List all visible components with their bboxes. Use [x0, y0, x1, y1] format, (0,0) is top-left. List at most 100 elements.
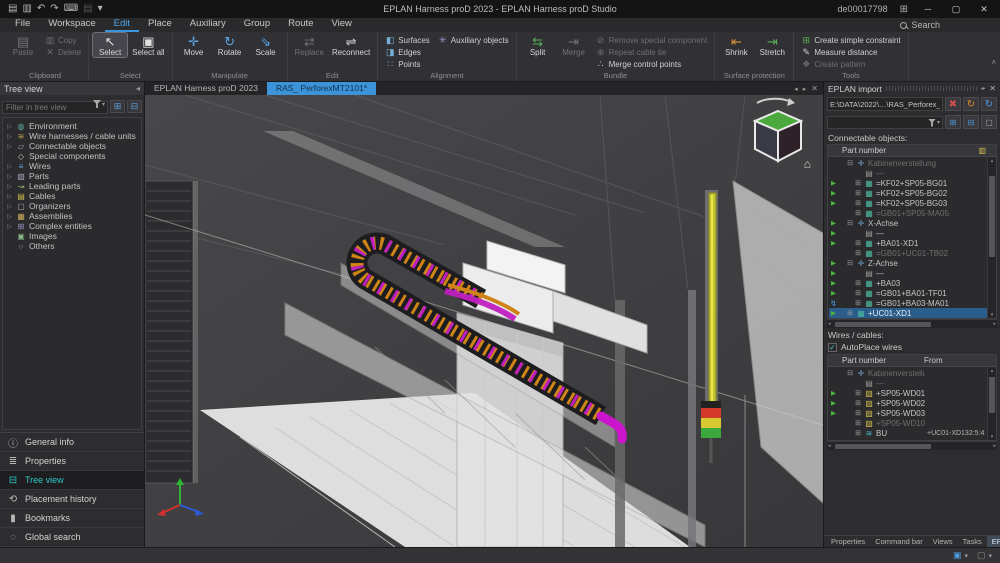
customize-icon[interactable]: ▾	[98, 3, 103, 15]
import-row-sp05-wd02[interactable]: ▶⊞▧+SP05-WD02	[829, 398, 987, 408]
repeat-cable-tie-button[interactable]: ⊕Repeat cable tie	[593, 46, 711, 58]
expander-icon[interactable]: ⊞	[854, 419, 862, 427]
nav-placement-history[interactable]: ⟲Placement history	[0, 490, 144, 509]
import-row-bu[interactable]: ⊞≋BU+UC01-XD132:6:4	[829, 438, 987, 440]
tree-item-connectable-objects[interactable]: ▷▱Connectable objects	[3, 141, 141, 151]
sync-import-button[interactable]: ↻	[981, 97, 997, 111]
maximize-button[interactable]: ▢	[948, 4, 964, 15]
import-row-gb01-ba01-tf01[interactable]: ▶⊞▦=GB01+BA01-TF01	[829, 288, 987, 298]
collapse-tree-button[interactable]: ⊟	[127, 100, 142, 113]
menu-group[interactable]: Group	[235, 17, 279, 32]
place-selected-button[interactable]: ⊞	[945, 115, 961, 129]
tree-item-images[interactable]: ▣Images	[3, 231, 141, 241]
replace-button[interactable]: ⇄Replace	[292, 33, 327, 57]
filter-funnel-icon[interactable]: ▾	[93, 100, 105, 108]
viewport-3d[interactable]: ⌂	[145, 95, 823, 547]
expander-icon[interactable]: ▷	[6, 143, 13, 150]
tree-item-wire-harnesses-cable-units[interactable]: ▷≋Wire harnesses / cable units	[3, 131, 141, 141]
place-play-icon[interactable]: ▶	[829, 229, 838, 237]
expander-icon[interactable]: ▷	[6, 223, 13, 230]
document-tab-eplan-harness-prod-2023[interactable]: EPLAN Harness proD 2023	[145, 82, 267, 95]
shrink-button[interactable]: ⇤Shrink	[719, 33, 753, 57]
import-row-[interactable]: ▶▤—	[829, 268, 987, 278]
import-row-gb01-ba03-ma01[interactable]: ↯⊞▦=GB01+BA03-MA01	[829, 298, 987, 308]
expander-icon[interactable]: ▷	[6, 163, 13, 170]
expander-icon[interactable]: ⊞	[854, 389, 862, 397]
expander-icon[interactable]: ▷	[6, 173, 13, 180]
import-row-[interactable]: ▶▤—	[829, 228, 987, 238]
tree-item-special-components[interactable]: ◇Special components	[3, 151, 141, 161]
place-play-icon[interactable]: ▶	[829, 189, 838, 197]
home-view-icon[interactable]: ⌂	[804, 157, 811, 171]
import-row-kf02-sp05-bg03[interactable]: ▶⊞▦=KF02+SP05-BG03	[829, 198, 987, 208]
place-play-icon[interactable]: ▶	[829, 179, 838, 187]
remove-special-component-button[interactable]: ⊘Remove special component	[593, 34, 711, 46]
part-number-column-header[interactable]: Part number	[842, 146, 978, 155]
expander-icon[interactable]: ⊞	[854, 279, 862, 287]
dock-tab-views[interactable]: Views	[928, 536, 958, 547]
select-button[interactable]: ↖Select	[93, 33, 127, 57]
place-play-icon[interactable]: ▶	[829, 219, 838, 227]
dock-tab-tasks[interactable]: Tasks	[958, 536, 987, 547]
scale-button[interactable]: ⇘Scale	[249, 33, 283, 57]
menu-auxiliary[interactable]: Auxiliary	[181, 17, 235, 32]
menu-route[interactable]: Route	[279, 17, 322, 32]
import-row-sp05-wd10b[interactable]: ⊞▧+SP05-WD10B	[829, 418, 987, 428]
import-row-kabinenverstellung[interactable]: ⊟✛Kabinenverstellung	[829, 158, 987, 168]
measure-distance-button[interactable]: ✎Measure distance	[798, 46, 903, 58]
stretch-button[interactable]: ⇥Stretch	[755, 33, 789, 57]
nav-general-info[interactable]: ⓘGeneral info	[0, 433, 144, 452]
panel-drag-handle[interactable]	[886, 86, 977, 91]
autoplace-checkbox[interactable]: ✓	[828, 343, 837, 352]
tree-item-organizers[interactable]: ▷▢Organizers	[3, 201, 141, 211]
tree-item-parts[interactable]: ▷▧Parts	[3, 171, 141, 181]
select-all-button[interactable]: ▣Select all	[129, 33, 167, 57]
place-play-icon[interactable]: ▶	[829, 409, 838, 417]
connectable-horizontal-scrollbar[interactable]: ◂▸	[827, 319, 997, 328]
dock-tab-properties[interactable]: Properties	[826, 536, 870, 547]
surfaces-button[interactable]: ◧Surfaces	[382, 34, 433, 46]
wires-horizontal-scrollbar[interactable]: ◂▸	[827, 441, 997, 450]
auxiliary-objects-button[interactable]: ✳Auxiliary objects	[435, 34, 512, 46]
split-button[interactable]: ⇆Split	[521, 33, 555, 57]
nav-properties[interactable]: ≣Properties	[0, 452, 144, 471]
tab-scroll-left-icon[interactable]: ◂	[794, 85, 798, 93]
print-icon[interactable]: ▤	[83, 3, 92, 15]
expander-icon[interactable]: ⊞	[854, 429, 862, 437]
edit-columns-icon[interactable]: ▥	[978, 146, 986, 155]
place-play-icon[interactable]: ▶	[829, 199, 838, 207]
tree-item-environment[interactable]: ▷◍Environment	[3, 121, 141, 131]
menu-workspace[interactable]: Workspace	[39, 17, 104, 32]
place-play-icon[interactable]: ▶	[829, 239, 838, 247]
wires-vertical-scrollbar[interactable]: ▴▾	[987, 368, 996, 440]
tree-item-cables[interactable]: ▷▤Cables	[3, 191, 141, 201]
import-row-x-achse[interactable]: ▶⊟✛X-Achse	[829, 218, 987, 228]
workspace-layout-icon[interactable]: ▢	[977, 550, 986, 561]
undo-icon[interactable]: ↶	[37, 3, 45, 15]
move-button[interactable]: ✛Move	[177, 33, 211, 57]
expander-icon[interactable]: ⊞	[846, 309, 854, 317]
expander-icon[interactable]: ▷	[6, 203, 13, 210]
place-play-icon[interactable]: ▶	[829, 289, 838, 297]
workspace-layout-dropdown-icon[interactable]: ▾	[988, 552, 992, 560]
delete-button[interactable]: ✕Delete	[42, 46, 84, 58]
save-all-icon[interactable]: ▥	[22, 3, 31, 15]
nav-tree-view[interactable]: ⊟Tree view	[0, 471, 144, 490]
import-filter-funnel-icon[interactable]: ▾	[928, 119, 940, 127]
tree-item-leading-parts[interactable]: ▷↝Leading parts	[3, 181, 141, 191]
pin-icon[interactable]: ⌖	[981, 84, 986, 94]
tab-close-icon[interactable]: ✕	[811, 84, 818, 93]
connectable-vertical-scrollbar[interactable]: ▴▾	[987, 158, 996, 318]
import-path-input[interactable]	[827, 97, 943, 111]
place-play-icon[interactable]: ▶	[829, 269, 838, 277]
expander-icon[interactable]: ▷	[6, 123, 13, 130]
ribbon-collapse-icon[interactable]: ˄	[991, 58, 996, 67]
import-row-bu[interactable]: ⊞≋BU+UC01-XD132:5:4	[829, 428, 987, 438]
place-play-icon[interactable]: ▶	[829, 389, 838, 397]
place-play-icon[interactable]: ▶	[829, 279, 838, 287]
remove-import-button[interactable]: ✖	[945, 97, 961, 111]
tree-item-wires[interactable]: ▷≡Wires	[3, 161, 141, 171]
reload-import-button[interactable]: ↻	[963, 97, 979, 111]
expand-tree-button[interactable]: ⊞	[110, 100, 125, 113]
import-row-kf02-sp05-bg01[interactable]: ▶⊞▦=KF02+SP05-BG01	[829, 178, 987, 188]
